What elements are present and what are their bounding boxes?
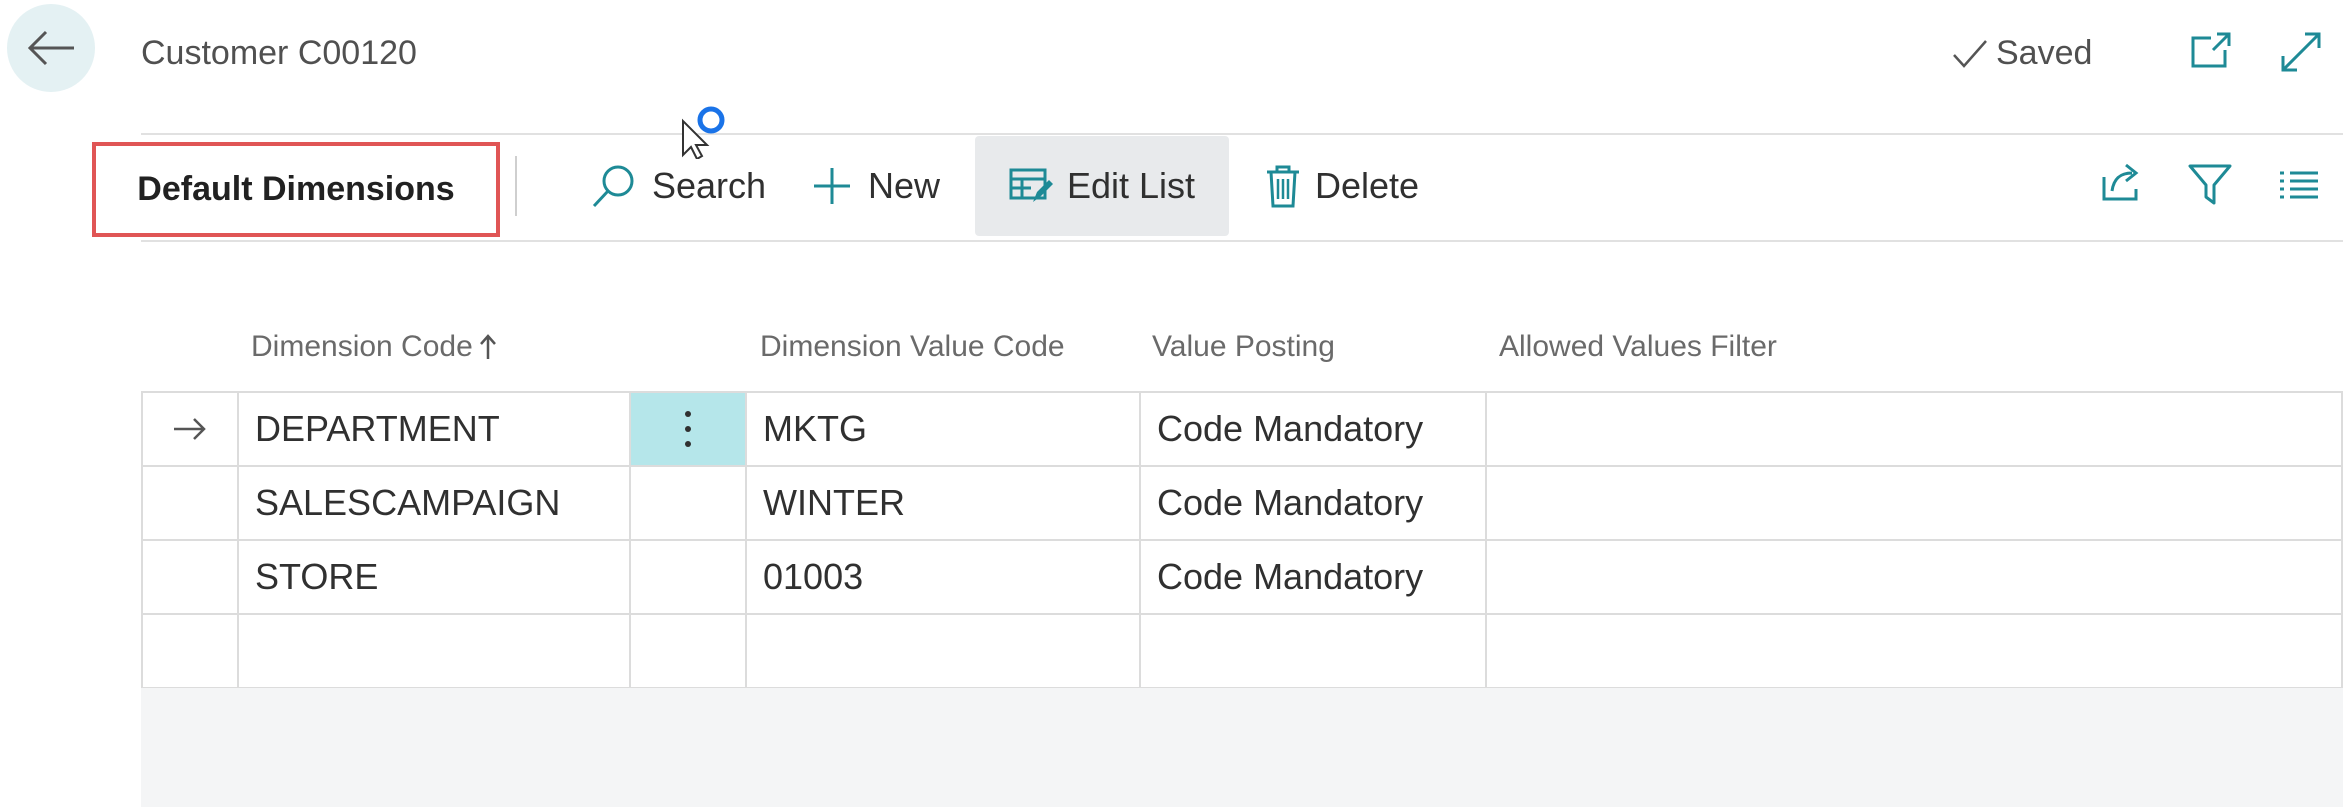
expand-icon	[2281, 32, 2321, 72]
cursor-icon	[682, 106, 725, 159]
table-row[interactable]: SALESCAMPAIGN WINTER Code Mandatory	[141, 465, 2343, 539]
dimension-value-code-cell[interactable]	[745, 615, 1139, 687]
edit-list-icon	[1009, 168, 1053, 202]
edit-list-label: Edit List	[1067, 165, 1196, 206]
row-indicator-cell[interactable]	[141, 541, 237, 613]
search-icon	[592, 165, 634, 208]
dimension-value-code-cell[interactable]: WINTER	[745, 467, 1139, 539]
page-title: Customer C00120	[141, 34, 417, 72]
back-button[interactable]	[7, 4, 95, 92]
table-row[interactable]: DEPARTMENT MKTG Code Mandatory	[141, 391, 2343, 465]
trash-icon	[1267, 165, 1299, 208]
checkmark-icon	[1953, 39, 1987, 68]
search-label: Search	[652, 165, 767, 206]
edit-list-button[interactable]: Edit List	[975, 136, 1230, 236]
column-header-label: Dimension Code	[251, 330, 473, 363]
header-divider	[141, 133, 2343, 135]
search-button[interactable]: Search	[590, 136, 766, 236]
new-label: New	[868, 165, 941, 206]
row-menu-button[interactable]	[629, 393, 745, 465]
expand-button[interactable]	[2279, 30, 2323, 74]
new-button[interactable]: New	[810, 136, 940, 236]
allowed-values-filter-cell[interactable]	[1485, 393, 2343, 465]
mouse-cursor	[681, 105, 727, 159]
allowed-values-filter-cell[interactable]	[1485, 615, 2343, 687]
saved-status: Saved	[1952, 34, 2092, 73]
column-header-dimension-value-code[interactable]: Dimension Value Code	[760, 330, 1065, 364]
column-header-allowed-values-filter[interactable]: Allowed Values Filter	[1499, 330, 1777, 364]
empty-grid-area	[141, 688, 2343, 807]
row-indicator-cell[interactable]	[141, 393, 237, 465]
dimension-code-cell[interactable]: STORE	[237, 541, 629, 613]
arrow-right-icon	[174, 418, 206, 440]
share-button[interactable]	[2100, 163, 2144, 203]
row-menu-cell[interactable]	[629, 467, 745, 539]
filter-button[interactable]	[2188, 163, 2232, 205]
row-menu-cell[interactable]	[629, 541, 745, 613]
column-header-value-posting[interactable]: Value Posting	[1152, 330, 1335, 364]
value-posting-cell[interactable]	[1139, 615, 1485, 687]
list-view-icon	[2280, 171, 2318, 199]
dimension-code-cell[interactable]	[237, 615, 629, 687]
table-row[interactable]	[141, 613, 2343, 689]
allowed-values-filter-cell[interactable]	[1485, 467, 2343, 539]
delete-button[interactable]: Delete	[1265, 136, 1419, 236]
delete-label: Delete	[1315, 165, 1420, 206]
row-menu-cell[interactable]	[629, 615, 745, 687]
column-header-dimension-code[interactable]: Dimension Code	[251, 330, 497, 364]
dimension-code-cell[interactable]: DEPARTMENT	[237, 393, 629, 465]
row-indicator-cell[interactable]	[141, 467, 237, 539]
list-view-button[interactable]	[2278, 170, 2320, 200]
dimension-value-code-cell[interactable]: MKTG	[745, 393, 1139, 465]
table-row[interactable]: STORE 01003 Code Mandatory	[141, 539, 2343, 613]
dimensions-grid: DEPARTMENT MKTG Code Mandatory SALESCAMP…	[141, 391, 2343, 689]
value-posting-cell[interactable]: Code Mandatory	[1139, 541, 1485, 613]
saved-label: Saved	[1996, 34, 2093, 72]
row-indicator-cell[interactable]	[141, 615, 237, 687]
sort-ascending-icon	[479, 334, 496, 359]
arrow-left-icon	[27, 30, 74, 66]
plus-icon	[814, 168, 850, 204]
action-bar-divider	[141, 240, 2343, 242]
default-dimensions-tab[interactable]: Default Dimensions	[92, 142, 500, 237]
open-in-new-window-icon	[2191, 32, 2231, 68]
filter-icon	[2188, 164, 2232, 205]
open-in-new-window-button[interactable]	[2189, 30, 2233, 70]
value-posting-cell[interactable]: Code Mandatory	[1139, 393, 1485, 465]
action-bar-separator	[515, 156, 517, 216]
dimension-value-code-cell[interactable]: 01003	[745, 541, 1139, 613]
share-icon	[2102, 163, 2139, 201]
allowed-values-filter-cell[interactable]	[1485, 541, 2343, 613]
more-vertical-icon	[685, 411, 691, 447]
dimension-code-cell[interactable]: SALESCAMPAIGN	[237, 467, 629, 539]
value-posting-cell[interactable]: Code Mandatory	[1139, 467, 1485, 539]
